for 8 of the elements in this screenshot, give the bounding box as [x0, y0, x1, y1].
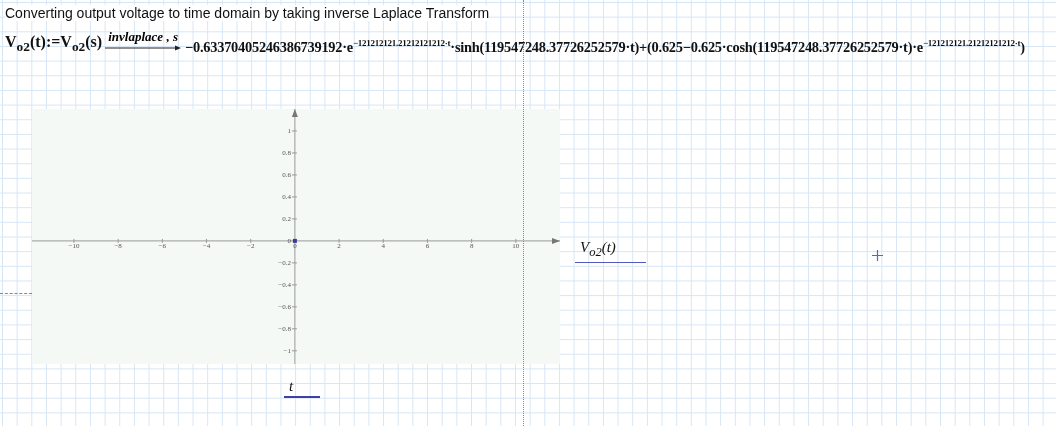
arrow-icon — [105, 45, 182, 51]
y-axis-expression[interactable]: V$_{o2}$(t) — [580, 239, 616, 255]
worksheet-text: Converting output voltage to time domain by taking inverse Laplace Transform — [5, 5, 490, 21]
equation-definition: V$_{o2}$(t):=V$_{o2}$(s) — [5, 31, 103, 56]
equation-result: −0.63370405246386739192·e$^{−121212121.21212121212·t}$·sinh(119547248.37726252579·t)+(0.625−0.625·cosh(119547248.37726252579·t)·e$^{−121212121.21212121212·t}$) — [185, 37, 1025, 57]
x-axis-expression[interactable]: t — [284, 376, 320, 398]
crosshair-cursor-icon — [872, 250, 883, 261]
operator-keyword: invlaplace , s — [108, 29, 178, 45]
